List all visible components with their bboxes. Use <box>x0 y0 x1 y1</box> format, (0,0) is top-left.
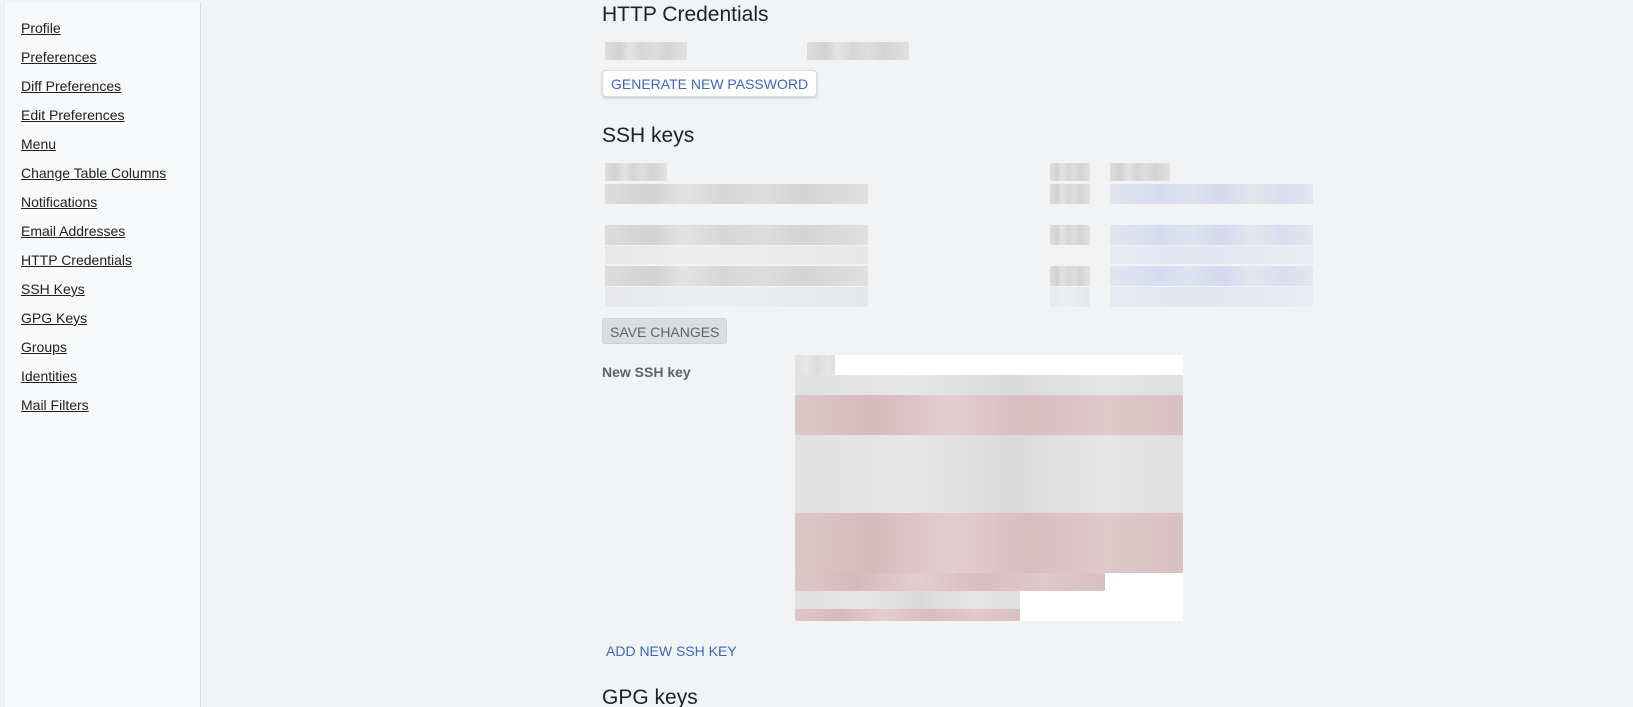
redacted-ssh-key-status <box>1050 225 1090 245</box>
sidebar-item-notifications[interactable]: Notifications <box>21 194 97 210</box>
gpg-keys-heading: GPG keys <box>602 686 698 707</box>
redacted-ssh-key-row <box>605 246 868 264</box>
redacted-key-text <box>795 591 1020 609</box>
redacted-ssh-key-row <box>605 287 868 307</box>
sidebar-item-http-credentials[interactable]: HTTP Credentials <box>21 252 132 268</box>
settings-page: Profile Preferences Diff Preferences Edi… <box>0 0 1633 707</box>
sidebar-link-gpg-keys[interactable]: GPG Keys <box>21 310 87 326</box>
sidebar-link-identities[interactable]: Identities <box>21 368 77 384</box>
http-credentials-heading: HTTP Credentials <box>602 3 769 26</box>
redacted-ssh-key-status <box>1050 266 1090 286</box>
sidebar-item-diff-preferences[interactable]: Diff Preferences <box>21 78 121 94</box>
sidebar-link-notifications[interactable]: Notifications <box>21 194 97 210</box>
sidebar-link-mail-filters[interactable]: Mail Filters <box>21 397 89 413</box>
redacted-ssh-key-row <box>1110 287 1313 307</box>
sidebar-item-groups[interactable]: Groups <box>21 339 67 355</box>
redacted-key-text <box>795 355 835 375</box>
redacted-ssh-key-link[interactable] <box>1110 184 1313 204</box>
add-new-ssh-key-button[interactable]: ADD NEW SSH KEY <box>606 643 737 659</box>
sidebar-item-mail-filters[interactable]: Mail Filters <box>21 397 89 413</box>
sidebar-link-profile[interactable]: Profile <box>21 20 61 36</box>
sidebar-link-preferences[interactable]: Preferences <box>21 49 96 65</box>
new-ssh-key-label: New SSH key <box>602 364 691 380</box>
sidebar-item-profile[interactable]: Profile <box>21 20 61 36</box>
redacted-ssh-key-link[interactable] <box>1110 225 1313 245</box>
redacted-ssh-key-status <box>1050 184 1090 204</box>
redacted-key-text <box>795 435 1183 513</box>
redacted-key-text <box>795 513 1183 573</box>
redacted-key-text <box>795 609 1020 621</box>
redacted-key-text <box>795 573 1105 591</box>
sidebar-item-email-addresses[interactable]: Email Addresses <box>21 223 125 239</box>
redacted-ssh-key-comment <box>605 225 868 245</box>
sidebar-item-gpg-keys[interactable]: GPG Keys <box>21 310 87 326</box>
redacted-table-header-3 <box>1110 163 1170 181</box>
redacted-key-text <box>795 395 1183 435</box>
sidebar-link-edit-preferences[interactable]: Edit Preferences <box>21 107 125 123</box>
sidebar-link-change-table-columns[interactable]: Change Table Columns <box>21 165 166 181</box>
redacted-ssh-key-row <box>1110 246 1313 264</box>
sidebar-link-diff-preferences[interactable]: Diff Preferences <box>21 78 121 94</box>
sidebar-link-groups[interactable]: Groups <box>21 339 67 355</box>
sidebar-item-identities[interactable]: Identities <box>21 368 77 384</box>
redacted-key-text <box>795 375 1183 395</box>
sidebar-item-change-table-columns[interactable]: Change Table Columns <box>21 165 166 181</box>
sidebar-item-preferences[interactable]: Preferences <box>21 49 96 65</box>
sidebar-link-email-addresses[interactable]: Email Addresses <box>21 223 125 239</box>
redacted-username <box>605 42 687 60</box>
redacted-ssh-key-row <box>1050 287 1090 307</box>
redacted-table-header-1 <box>605 163 667 181</box>
redacted-ssh-key-comment <box>605 266 868 286</box>
sidebar-item-edit-preferences[interactable]: Edit Preferences <box>21 107 125 123</box>
sidebar-item-ssh-keys[interactable]: SSH Keys <box>21 281 85 297</box>
sidebar-link-http-credentials[interactable]: HTTP Credentials <box>21 252 132 268</box>
ssh-keys-heading: SSH keys <box>602 124 695 147</box>
sidebar-link-menu[interactable]: Menu <box>21 136 56 152</box>
sidebar-link-ssh-keys[interactable]: SSH Keys <box>21 281 85 297</box>
redacted-password <box>807 42 909 60</box>
sidebar-item-menu[interactable]: Menu <box>21 136 56 152</box>
redacted-table-header-2 <box>1050 163 1090 181</box>
generate-new-password-button[interactable]: GENERATE NEW PASSWORD <box>602 70 818 97</box>
settings-sidebar: Profile Preferences Diff Preferences Edi… <box>4 2 201 707</box>
new-ssh-key-textarea[interactable] <box>795 355 1183 621</box>
redacted-ssh-key-link[interactable] <box>1110 266 1313 286</box>
save-changes-button[interactable]: SAVE CHANGES <box>602 318 728 344</box>
redacted-ssh-key-comment <box>605 184 868 204</box>
